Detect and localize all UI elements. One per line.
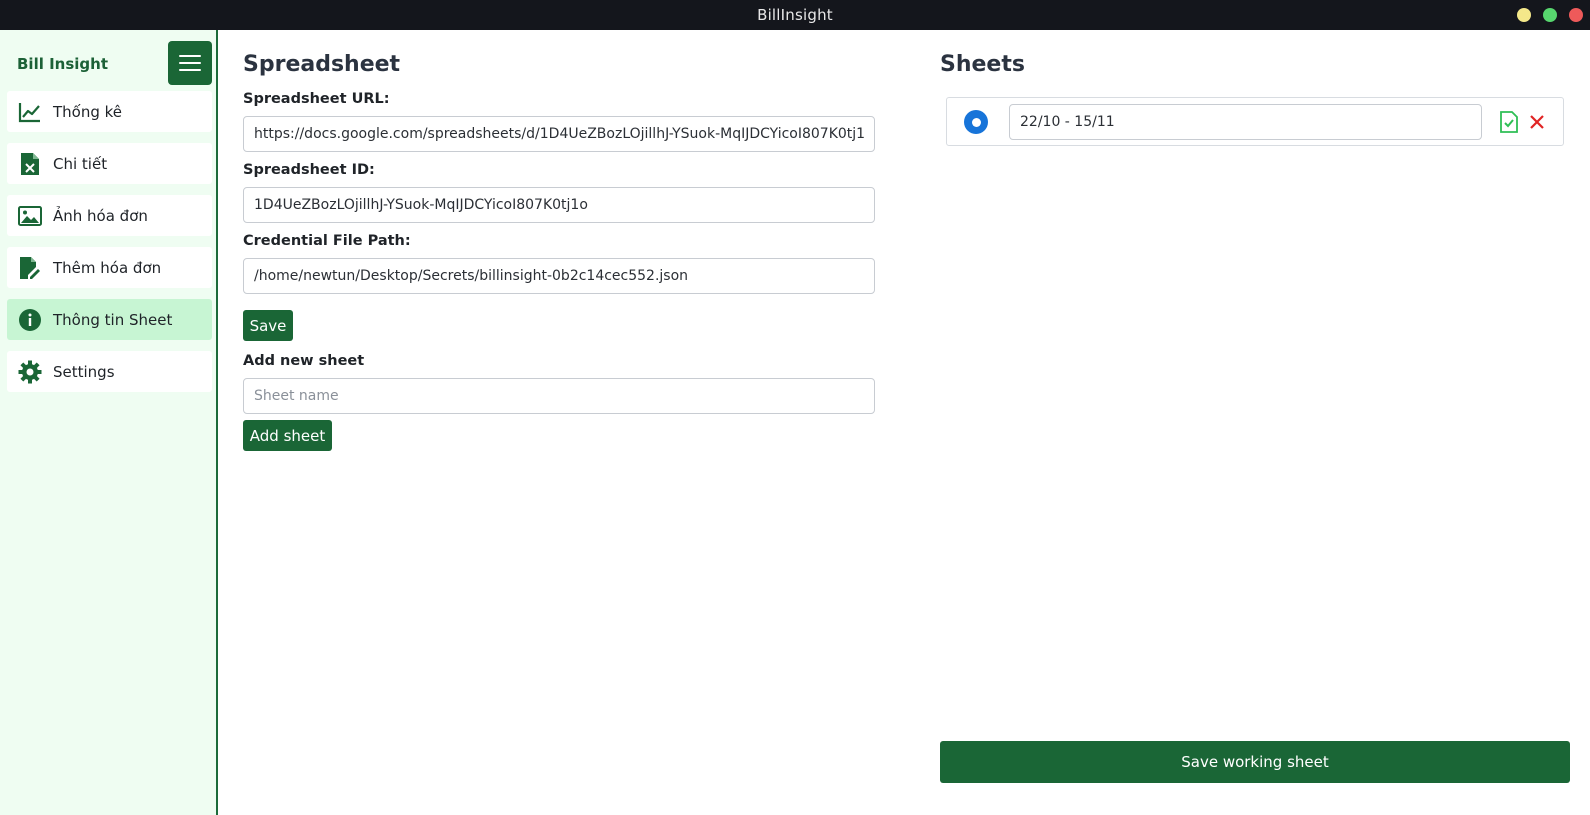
sidebar-item-thong-tin-sheet[interactable]: Thông tin Sheet xyxy=(7,299,212,340)
spreadsheet-url-input[interactable] xyxy=(254,126,864,142)
delete-sheet-icon[interactable] xyxy=(1525,110,1549,134)
sidebar-item-label: Thông tin Sheet xyxy=(53,310,173,329)
sidebar-item-thong-ke[interactable]: Thống kê xyxy=(7,91,212,132)
sidebar-item-label: Thống kê xyxy=(53,102,123,121)
credential-path-label: Credential File Path: xyxy=(243,233,411,249)
confirm-rename-icon[interactable] xyxy=(1497,110,1521,134)
sheet-name-edit-field[interactable]: 22/10 - 15/11 xyxy=(1009,104,1482,140)
add-sheet-heading: Add new sheet xyxy=(243,353,365,369)
sheet-row: 22/10 - 15/11 xyxy=(946,97,1564,146)
window-titlebar: BillInsight xyxy=(0,0,1590,30)
gear-icon xyxy=(17,359,43,385)
spreadsheet-url-label: Spreadsheet URL: xyxy=(243,91,390,107)
credential-path-field[interactable] xyxy=(243,258,875,294)
window-title: BillInsight xyxy=(757,6,833,24)
sidebar-item-them-hoa-don[interactable]: Thêm hóa đơn xyxy=(7,247,212,288)
add-sheet-button[interactable]: Add sheet xyxy=(243,420,332,451)
info-icon xyxy=(17,307,43,333)
spreadsheet-file-icon xyxy=(17,151,43,177)
sidebar-item-label: Chi tiết xyxy=(53,154,108,173)
sheets-title: Sheets xyxy=(940,52,1025,77)
sheet-select-radio[interactable] xyxy=(964,110,988,134)
spreadsheet-title: Spreadsheet xyxy=(243,52,401,77)
chart-line-icon xyxy=(17,99,43,125)
main-content: Spreadsheet Spreadsheet URL: Spreadsheet… xyxy=(220,30,1590,815)
spreadsheet-id-input[interactable] xyxy=(254,197,864,213)
sidebar-item-label: Thêm hóa đơn xyxy=(53,258,162,277)
minimize-button[interactable] xyxy=(1517,8,1531,22)
brand-title: Bill Insight xyxy=(17,55,108,73)
maximize-button[interactable] xyxy=(1543,8,1557,22)
close-window-button[interactable] xyxy=(1569,8,1583,22)
edit-file-icon xyxy=(17,255,43,281)
sheet-name-input[interactable] xyxy=(254,388,864,404)
sidebar-item-label: Ảnh hóa đơn xyxy=(53,206,148,225)
spreadsheet-id-label: Spreadsheet ID: xyxy=(243,162,375,178)
sidebar-item-chi-tiet[interactable]: Chi tiết xyxy=(7,143,212,184)
save-working-sheet-button[interactable]: Save working sheet xyxy=(940,741,1570,783)
credential-path-input[interactable] xyxy=(254,268,864,284)
save-button[interactable]: Save xyxy=(243,310,293,341)
sidebar-item-anh-hoa-don[interactable]: Ảnh hóa đơn xyxy=(7,195,212,236)
hamburger-menu-button[interactable] xyxy=(168,41,212,85)
sheet-name-field[interactable] xyxy=(243,378,875,414)
sidebar: Bill Insight Thống kê Chi tiết Ảnh hóa đ… xyxy=(0,30,218,815)
image-icon xyxy=(17,203,43,229)
spreadsheet-id-field[interactable] xyxy=(243,187,875,223)
sidebar-item-label: Settings xyxy=(53,362,115,381)
spreadsheet-url-field[interactable] xyxy=(243,116,875,152)
sidebar-item-settings[interactable]: Settings xyxy=(7,351,212,392)
